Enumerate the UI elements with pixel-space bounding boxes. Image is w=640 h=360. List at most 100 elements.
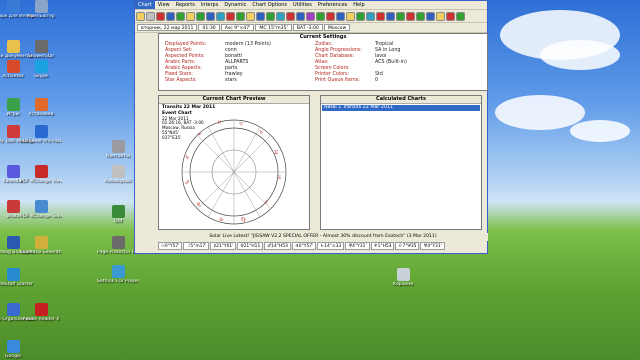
toolbar-button[interactable]	[256, 11, 265, 21]
desktop-icon-label: PDF-XChange Sidebar	[20, 214, 62, 219]
toolbar-button[interactable]	[146, 11, 155, 21]
desktop-icon[interactable]: Sothink FLV Player	[97, 265, 139, 284]
desktop-icon[interactable]: Установка	[20, 98, 62, 117]
settings-left-column: Displayed Points: modern (13 Points) Aspec…	[165, 42, 271, 84]
toolbar	[135, 10, 487, 23]
toolbar-button[interactable]	[416, 11, 425, 21]
svg-text:♈: ♈	[239, 122, 244, 128]
planet-position[interactable]: ♅4°Y31'	[420, 242, 445, 250]
toolbar-button[interactable]	[196, 11, 205, 21]
desktop-icon[interactable]: Skype	[20, 60, 62, 79]
toolbar-button[interactable]	[436, 11, 445, 21]
desktop-icon[interactable]: Page Protector Platinum	[97, 236, 139, 255]
planet-position[interactable]: ☿21°Y01'	[210, 242, 237, 250]
toolbar-button[interactable]	[446, 11, 455, 21]
app-icon	[111, 236, 125, 249]
planet-position[interactable]: ♄14°≏33	[317, 242, 345, 250]
toolbar-button[interactable]	[156, 11, 165, 21]
menu-item[interactable]: Chart	[135, 1, 155, 9]
desktop-icon[interactable]: PDFSaver Pro Pack	[20, 125, 62, 144]
app-icon	[6, 303, 20, 316]
toolbar-button[interactable]	[406, 11, 415, 21]
desktop-icon-label: Qtd	[113, 219, 123, 224]
planet-position[interactable]: ♂14°H53	[264, 242, 291, 250]
planet-position[interactable]: ♀21°H11	[237, 242, 264, 250]
planet-position[interactable]: ♃0°Y57'	[291, 242, 317, 250]
chart-wheel[interactable]: ♈ ♉ ♊ ♋ ♌ ♍ ♎ ♏ ♐ ♑ ♒ ♓	[159, 104, 311, 229]
desktop-icon[interactable]: ShowerStar	[20, 40, 62, 59]
status-cell: Asc 9°×47'	[220, 24, 255, 31]
desktop-icon[interactable]: Adobe Reader X	[20, 303, 62, 322]
chart-status-bar: вторник, 22 мар 2011 01:30 Asc 9°×47' MC 15…	[135, 23, 487, 33]
planet-position[interactable]: ♇7°Ψ35	[395, 242, 420, 250]
toolbar-button[interactable]	[226, 11, 235, 21]
menu-item[interactable]: Utilities	[290, 1, 315, 9]
toolbar-button[interactable]	[246, 11, 255, 21]
planet-position[interactable]: ♆1°H53	[370, 242, 395, 250]
toolbar-button[interactable]	[266, 11, 275, 21]
svg-text:♋: ♋	[277, 175, 281, 181]
toolbar-button[interactable]	[366, 11, 375, 21]
toolbar-button[interactable]	[306, 11, 315, 21]
menu-item[interactable]: Dynamic	[221, 1, 249, 9]
menu-item[interactable]: Reports	[173, 1, 198, 9]
planet-positions-bar: ☉0°Y57' ☽5°m17' ☿21°Y01' ♀21°H11 ♂14°H53 ♃0°Y…	[158, 242, 488, 251]
calculated-chart-item[interactable]: Natal 1 Transits 22 Mar 2011	[322, 105, 480, 111]
toolbar-button[interactable]	[426, 11, 435, 21]
toolbar-button[interactable]	[136, 11, 145, 21]
chart-preview-title: Current Chart Preview	[159, 96, 309, 104]
settings-value: ACS (Built-in)	[375, 60, 407, 65]
toolbar-button[interactable]	[326, 11, 335, 21]
desktop-icon-label: Sothink FLV Player	[97, 279, 139, 284]
menu-item[interactable]: Preferences	[315, 1, 350, 9]
chart-preview-panel: Current Chart Preview Transits 22 Mar 20…	[158, 95, 310, 230]
toolbar-button[interactable]	[376, 11, 385, 21]
news-ticker[interactable]: Solar Live Latest! "JIGSAW V2.2 SPECIAL …	[158, 233, 488, 241]
toolbar-button[interactable]	[216, 11, 225, 21]
settings-row: Star Aspects: stars	[165, 78, 271, 84]
desktop-icon[interactable]: Quintana Seventh	[20, 236, 62, 255]
toolbar-button[interactable]	[296, 11, 305, 21]
settings-key: Print Queue Items:	[315, 78, 360, 83]
desktop-icon[interactable]: Google	[0, 340, 34, 359]
planet-position[interactable]: ☽5°m17'	[183, 242, 210, 250]
settings-value: stars	[225, 78, 237, 83]
planet-position[interactable]: ☉0°Y57'	[158, 242, 183, 250]
toolbar-button[interactable]	[236, 11, 245, 21]
toolbar-button[interactable]	[276, 11, 285, 21]
desktop-icon[interactable]: Autoskycalc	[97, 165, 139, 184]
app-icon	[34, 125, 48, 138]
desktop-icon[interactable]: PDF-XChange Sidebar	[20, 200, 62, 219]
toolbar-button[interactable]	[166, 11, 175, 21]
toolbar-button[interactable]	[316, 11, 325, 21]
toolbar-button[interactable]	[186, 11, 195, 21]
toolbar-button[interactable]	[336, 11, 345, 21]
menu-item[interactable]: Interps	[198, 1, 222, 9]
menu-item[interactable]: View	[155, 1, 173, 9]
toolbar-button[interactable]	[206, 11, 215, 21]
svg-text:♊: ♊	[274, 150, 279, 156]
desktop-icon[interactable]: Контакты	[97, 140, 139, 159]
toolbar-button[interactable]	[286, 11, 295, 21]
cloud	[495, 95, 585, 130]
toolbar-button[interactable]	[396, 11, 405, 21]
app-icon	[6, 236, 20, 249]
toolbar-button[interactable]	[386, 11, 395, 21]
desktop-icon[interactable]: Корзина	[382, 268, 424, 287]
app-icon	[6, 200, 20, 213]
toolbar-button[interactable]	[456, 11, 465, 21]
menu-item[interactable]: Help	[350, 1, 367, 9]
desktop-icon[interactable]: CodeStuff Starter	[0, 268, 34, 287]
menu-item[interactable]: Chart Options	[249, 1, 290, 9]
desktop-icon[interactable]: Qtd	[97, 205, 139, 224]
calculated-charts-panel: Calculated Charts Natal 1 Transits 22 Ma…	[320, 95, 482, 230]
planet-position[interactable]: ♅4°Y31'	[345, 242, 370, 250]
desktop-icon[interactable]: PDF-XChange Viewer	[20, 165, 62, 184]
app-icon	[34, 236, 48, 249]
toolbar-button[interactable]	[176, 11, 185, 21]
app-icon	[6, 60, 20, 73]
desktop-icon[interactable]: Компьютер	[20, 0, 62, 19]
toolbar-button[interactable]	[356, 11, 365, 21]
cloud	[540, 40, 620, 70]
toolbar-button[interactable]	[346, 11, 355, 21]
